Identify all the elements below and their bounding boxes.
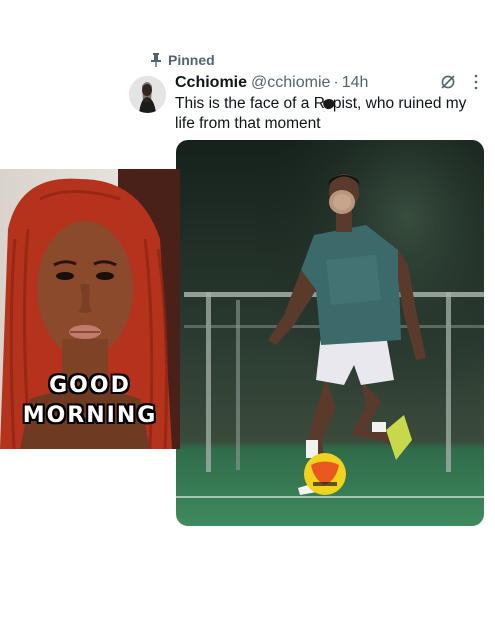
avatar[interactable] [129, 76, 166, 113]
post-photo[interactable] [176, 140, 484, 526]
tweet-text-part: This is the face of a R [175, 95, 325, 112]
grok-icon[interactable] [440, 74, 456, 90]
display-name[interactable]: Cchiomie [175, 74, 247, 92]
pinned-indicator: Pinned [150, 52, 215, 68]
tweet-text: This is the face of a R pist, who ruined … [175, 94, 490, 134]
separator-dot: · [333, 74, 339, 91]
user-handle[interactable]: @cchiomie [251, 74, 330, 92]
tweet-header: Cchiomie @cchiomie · 14h [175, 72, 485, 94]
caption-line-2: MORNING [22, 403, 158, 428]
pin-icon [151, 53, 161, 67]
timestamp[interactable]: 14h [342, 74, 369, 92]
tweet-text-line-1: This is the face of a R pist, who ruined … [175, 94, 490, 114]
selfie-caption: GOOD MORNING [0, 372, 180, 430]
caption-line-1: GOOD [49, 373, 131, 398]
tweet-text-line-2: life from that moment [175, 115, 321, 132]
more-icon[interactable] [473, 73, 479, 91]
tweet-text-part: pist, who ruined my [332, 95, 467, 112]
pinned-label: Pinned [168, 52, 215, 68]
